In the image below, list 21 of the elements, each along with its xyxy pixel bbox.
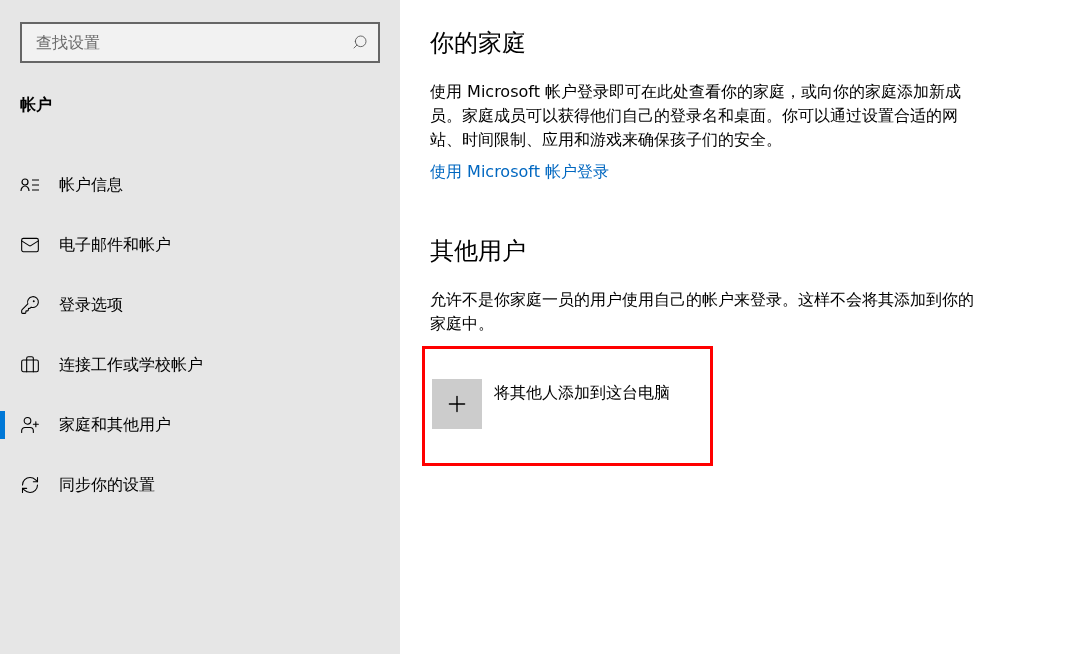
section-title: 你的家庭 <box>430 28 527 59</box>
person-add-icon <box>20 415 40 435</box>
key-icon <box>20 295 40 315</box>
person-list-icon <box>20 177 40 193</box>
briefcase-icon <box>20 355 40 375</box>
sidebar-item[interactable]: 同步你的设置 <box>0 455 400 515</box>
add-user-button[interactable]: 将其他人添加到这台电脑 <box>432 379 670 429</box>
sync-icon <box>20 475 40 495</box>
mail-icon <box>20 235 40 255</box>
sidebar-item[interactable]: 连接工作或学校帐户 <box>0 335 400 395</box>
other-users-description: 允许不是你家庭一员的用户使用自己的帐户来登录。这样不会将其添加到你的家庭中。 <box>430 289 975 335</box>
sign-in-link[interactable]: 使用 Microsoft 帐户登录 <box>430 160 609 184</box>
family-description: 使用 Microsoft 帐户登录即可在此处查看你的家庭，或向你的家庭添加新成员。家庭成员可以获得他们自己的登录名和桌面。你可以通过设置合适的网站、时间限制、应用和游戏来确保孩子们的安全。 <box>430 81 962 151</box>
sidebar-item[interactable]: 电子邮件和帐户 <box>0 215 400 275</box>
search-icon <box>352 34 368 50</box>
sidebar-item[interactable]: 帐户信息 <box>0 155 400 215</box>
section-title: 其他用户 <box>430 236 527 267</box>
search-field[interactable]: 查找设置 <box>20 22 380 63</box>
sidebar-title: 帐户 <box>20 94 53 116</box>
sidebar-item[interactable]: 登录选项 <box>0 275 400 335</box>
selection-indicator <box>0 411 5 439</box>
